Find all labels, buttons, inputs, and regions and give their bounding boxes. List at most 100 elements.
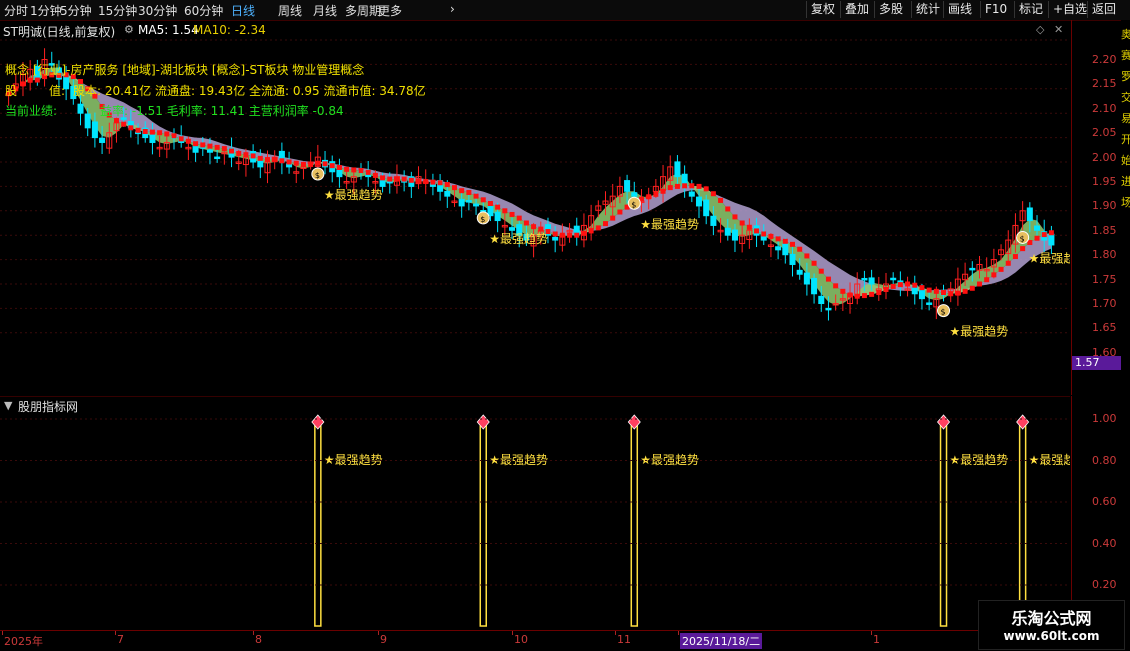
trend-marker bbox=[509, 211, 515, 217]
period-tab-10[interactable]: 更多 bbox=[378, 2, 402, 19]
trend-marker bbox=[149, 129, 155, 135]
candle-body bbox=[803, 272, 810, 285]
trend-marker bbox=[660, 188, 666, 194]
trend-marker bbox=[653, 191, 659, 197]
performance-info-prefix: 当前业绩: bbox=[5, 104, 58, 118]
settings-gear-icon[interactable]: ⚙ bbox=[124, 23, 134, 36]
diamond-icon[interactable]: ◇ bbox=[1036, 23, 1044, 36]
trend-marker bbox=[754, 228, 760, 234]
trend-marker bbox=[919, 285, 925, 291]
indicator-tick-label: 0.40 bbox=[1092, 536, 1117, 550]
trend-marker bbox=[739, 220, 745, 226]
signal-bar bbox=[314, 425, 322, 627]
trend-marker bbox=[825, 276, 831, 282]
more-chevron-icon[interactable]: › bbox=[450, 2, 455, 16]
signal-label-main: ★最强趋势 bbox=[950, 325, 1009, 339]
trend-marker bbox=[523, 220, 529, 226]
trend-marker bbox=[243, 152, 249, 158]
main-kline-panel[interactable]: $ ★最强趋势 $ ★最强趋势 $ ★最强趋势 $ ★最强趋势 $ ★最强趋势 ST明诚(日线,前… bbox=[0, 20, 1070, 395]
period-tab-0[interactable]: 分时 bbox=[4, 2, 28, 19]
candle-body bbox=[796, 269, 803, 275]
date-tick-mark bbox=[871, 631, 872, 635]
trend-marker bbox=[674, 183, 680, 189]
date-x-axis: 2025年 7 8 9 10 11 2025/11/18/二 1 bbox=[0, 630, 1070, 651]
price-tick-label: 2.20 bbox=[1092, 53, 1117, 66]
trend-marker bbox=[790, 241, 795, 247]
trend-marker bbox=[897, 282, 903, 288]
trend-marker bbox=[991, 272, 997, 278]
period-tab-9[interactable]: 多周期 bbox=[345, 2, 381, 19]
candle-body bbox=[782, 243, 789, 256]
toolbar-button-6[interactable]: 标记 bbox=[1014, 1, 1047, 18]
date-tick-label: 8 bbox=[255, 633, 262, 646]
trend-marker bbox=[387, 176, 393, 182]
period-tab-6[interactable]: 日线 bbox=[231, 2, 255, 19]
trend-marker bbox=[128, 125, 134, 131]
price-tick-label: 2.15 bbox=[1092, 77, 1117, 91]
candle-body bbox=[724, 227, 731, 236]
candle-body bbox=[444, 190, 451, 197]
close-icon[interactable]: ✕ bbox=[1054, 23, 1063, 36]
trend-marker bbox=[487, 200, 493, 206]
trend-marker bbox=[797, 246, 803, 252]
trend-marker bbox=[804, 253, 810, 259]
ma10-value: MA10: -2.34 bbox=[193, 23, 266, 37]
period-tab-3[interactable]: 15分钟 bbox=[98, 2, 137, 19]
trend-marker bbox=[890, 283, 896, 289]
period-tab-5[interactable]: 60分钟 bbox=[184, 2, 223, 19]
trend-marker bbox=[437, 180, 443, 186]
trend-marker bbox=[315, 160, 321, 166]
date-tick-mark bbox=[253, 631, 254, 635]
candle-body bbox=[77, 103, 84, 114]
trend-marker bbox=[164, 131, 170, 137]
trend-marker bbox=[833, 283, 839, 289]
signal-label-indicator: ★最强趋势 bbox=[489, 453, 548, 467]
trend-marker bbox=[710, 191, 716, 197]
candle-body bbox=[918, 288, 925, 300]
toolbar-button-8[interactable]: 返回 bbox=[1087, 1, 1120, 18]
candle-body bbox=[631, 192, 638, 197]
candle-body bbox=[926, 302, 933, 305]
period-tab-2[interactable]: 5分钟 bbox=[60, 2, 92, 19]
candle-body bbox=[969, 267, 976, 271]
period-tab-8[interactable]: 月线 bbox=[313, 2, 337, 19]
candle-body bbox=[149, 134, 156, 143]
indicator-tick-label: 0.60 bbox=[1092, 495, 1117, 508]
trend-marker bbox=[372, 172, 378, 178]
candle-body bbox=[695, 196, 703, 207]
trend-marker bbox=[423, 179, 429, 185]
period-tab-4[interactable]: 30分钟 bbox=[138, 2, 177, 19]
trend-marker bbox=[1041, 232, 1047, 238]
trend-marker bbox=[279, 158, 285, 164]
toolbar-button-4[interactable]: 画线 bbox=[943, 1, 976, 18]
signal-label-main: ★最强趋势 bbox=[640, 217, 699, 231]
date-tick-label: 11 bbox=[617, 633, 631, 646]
trend-marker bbox=[322, 161, 328, 167]
trend-marker bbox=[955, 290, 961, 296]
signal-label-indicator: ★最强趋势 bbox=[324, 453, 383, 467]
trend-marker bbox=[811, 260, 817, 266]
candle-body bbox=[811, 277, 818, 295]
period-tab-1[interactable]: 1分钟 bbox=[30, 2, 62, 19]
ma5-value: MA5: 1.54 bbox=[138, 23, 199, 37]
trend-marker bbox=[380, 175, 386, 181]
trend-marker bbox=[883, 286, 889, 292]
indicator-panel[interactable]: ★最强趋势★最强趋势★最强趋势★最强趋势★最强趋势 ▼ 股朋指标网 bbox=[0, 396, 1070, 630]
toolbar-button-5[interactable]: F10 bbox=[980, 1, 1011, 18]
price-tick-label: 1.65 bbox=[1092, 321, 1117, 335]
watermark-title: 乐淘公式网 bbox=[1011, 609, 1092, 628]
trend-marker bbox=[286, 159, 292, 165]
trend-marker bbox=[840, 288, 846, 294]
toolbar-button-2[interactable]: 多股 bbox=[874, 1, 907, 18]
toolbar-button-0[interactable]: 复权 bbox=[806, 1, 839, 18]
indicator-chart-svg[interactable]: ★最强趋势★最强趋势★最强趋势★最强趋势★最强趋势 bbox=[0, 396, 1070, 630]
period-tab-7[interactable]: 周线 bbox=[278, 2, 302, 19]
watermark-url: www.60lt.com bbox=[1003, 629, 1100, 643]
trend-marker bbox=[588, 228, 594, 234]
candle-body bbox=[494, 211, 501, 222]
collapse-icon[interactable]: ▼ bbox=[4, 399, 12, 412]
date-tick-label: 7 bbox=[117, 633, 124, 646]
toolbar-button-1[interactable]: 叠加 bbox=[840, 1, 873, 18]
toolbar-button-3[interactable]: 统计 bbox=[911, 1, 944, 18]
toolbar-button-7[interactable]: +自选 bbox=[1048, 1, 1091, 18]
